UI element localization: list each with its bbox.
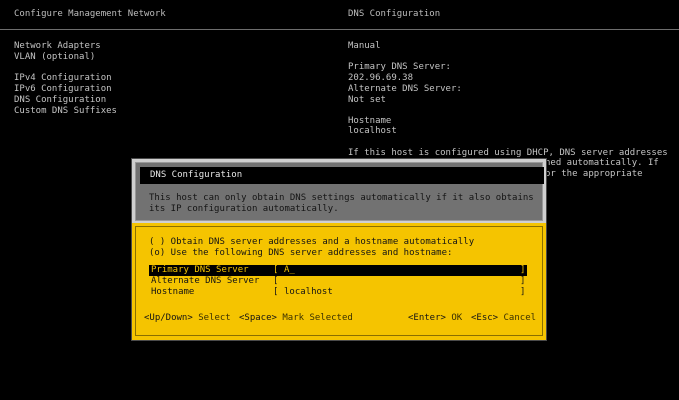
hostname-field[interactable]: Hostname [ localhost ] <box>149 287 527 298</box>
menu-item-dns-suffixes[interactable]: Custom DNS Suffixes <box>14 106 117 117</box>
menu-item-vlan[interactable]: VLAN (optional) <box>14 52 95 63</box>
primary-dns-field[interactable]: Primary DNS Server [ A_ ] <box>149 265 527 276</box>
hostname-field-label: Hostname <box>151 287 195 297</box>
primary-dns-field-label: Primary DNS Server <box>151 265 249 275</box>
radio-use-following[interactable]: (o) Use the following DNS server address… <box>149 248 452 259</box>
primary-dns-label: Primary DNS Server: <box>348 62 451 72</box>
header-divider <box>0 29 679 30</box>
ok-action: OK <box>451 313 463 323</box>
menu-item-network-adapters[interactable]: Network Adapters <box>14 41 101 52</box>
up-down-key: <Up/Down> <box>144 313 193 323</box>
menu-item-dns[interactable]: DNS Configuration <box>14 95 106 106</box>
dhcp-note-line1: If this host is configured using DHCP, D… <box>348 148 668 158</box>
alternate-dns-label: Alternate DNS Server: <box>348 84 462 94</box>
space-action: Mark Selected <box>282 313 353 323</box>
ok-button[interactable]: <Enter> OK <box>408 313 462 324</box>
hostname-input[interactable]: localhost <box>284 287 333 298</box>
hint-up-down[interactable]: <Up/Down> Select <box>144 313 231 324</box>
hostname-value: localhost <box>348 126 397 136</box>
dialog-title: DNS Configuration <box>140 167 544 184</box>
hostname-label: Hostname <box>348 116 392 126</box>
dhcp-note-line3: or the appropriate <box>545 169 643 179</box>
primary-dns-input[interactable]: A_ <box>284 265 295 276</box>
dialog-message-line1: This host can only obtain DNS settings a… <box>149 193 534 203</box>
bracket-close: ] <box>520 287 526 297</box>
bracket-open: [ <box>273 287 279 297</box>
dns-mode: Manual <box>348 41 381 51</box>
dns-configuration-dialog: DNS Configuration This host can only obt… <box>131 158 547 341</box>
dialog-body: ( ) Obtain DNS server addresses and a ho… <box>132 223 546 340</box>
bracket-close: ] <box>520 265 526 275</box>
bracket-open: [ <box>273 265 279 275</box>
top-bar: Configure Management Network DNS Configu… <box>0 0 679 28</box>
alternate-dns-field[interactable]: Alternate DNS Server [ ] <box>149 276 527 287</box>
dhcp-note-line2: ned automatically. If <box>545 158 659 168</box>
up-down-action: Select <box>198 313 231 323</box>
bracket-open: [ <box>273 276 279 286</box>
menu-item-ipv6[interactable]: IPv6 Configuration <box>14 84 112 95</box>
alternate-dns-field-label: Alternate DNS Server <box>151 276 260 286</box>
pane-title: DNS Configuration <box>348 9 441 19</box>
space-key: <Space> <box>239 313 277 323</box>
screen-title: Configure Management Network <box>14 9 166 19</box>
enter-key: <Enter> <box>408 313 446 323</box>
cancel-action: Cancel <box>503 313 537 323</box>
cancel-button[interactable]: <Esc> Cancel <box>471 313 536 324</box>
hint-space[interactable]: <Space> Mark Selected <box>239 313 353 324</box>
dialog-message-line2: its IP configuration automatically. <box>149 204 339 214</box>
radio-obtain-automatically[interactable]: ( ) Obtain DNS server addresses and a ho… <box>149 237 474 248</box>
dialog-body-panel: ( ) Obtain DNS server addresses and a ho… <box>135 226 543 336</box>
alternate-dns-value: Not set <box>348 95 386 105</box>
bracket-close: ] <box>520 276 526 286</box>
primary-dns-value: 202.96.69.38 <box>348 73 414 83</box>
dialog-header-panel: DNS Configuration This host can only obt… <box>135 162 544 221</box>
menu-item-ipv4[interactable]: IPv4 Configuration <box>14 73 112 84</box>
dialog-header: DNS Configuration This host can only obt… <box>132 159 546 223</box>
esc-key: <Esc> <box>471 313 499 323</box>
